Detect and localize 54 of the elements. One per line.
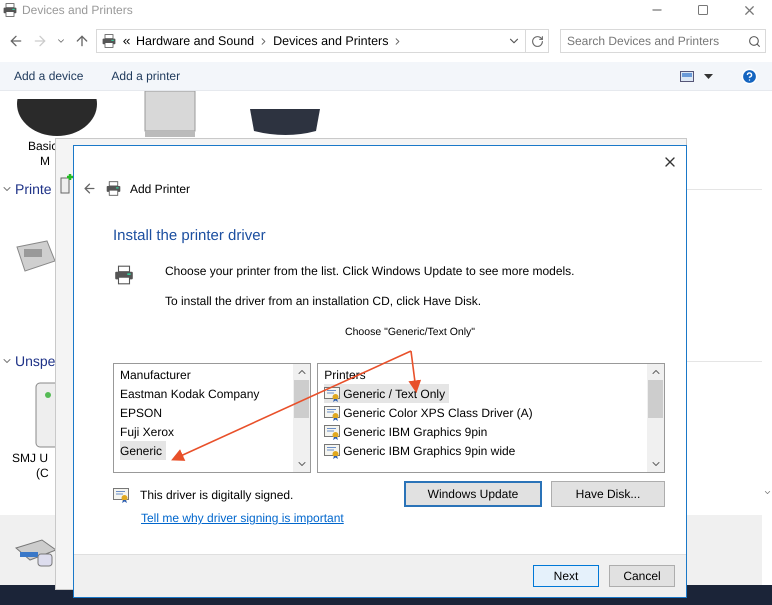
device-label: SMJ U — [12, 451, 48, 466]
list-item[interactable]: EPSON — [120, 403, 166, 422]
list-item[interactable]: Generic Color XPS Class Driver (A) — [324, 403, 537, 422]
dialog-heading: Install the printer driver — [113, 227, 267, 244]
annotation-text: Choose "Generic/Text Only" — [345, 326, 476, 338]
back-icon[interactable] — [8, 33, 24, 49]
command-link[interactable]: Add a printer — [111, 69, 180, 83]
dialog-button[interactable]: Have Disk... — [551, 481, 665, 507]
list-item[interactable]: Eastman Kodak Company — [120, 384, 264, 403]
add-printer-icon — [59, 173, 73, 195]
back-icon[interactable] — [82, 181, 97, 196]
list-item[interactable]: Generic / Text Only — [324, 384, 450, 403]
device-label: M — [40, 154, 50, 169]
view-icon[interactable] — [680, 70, 694, 82]
list-item[interactable]: Generic IBM Graphics 9pin — [324, 422, 492, 441]
search-box[interactable]: Search Devices and Printers — [560, 29, 766, 53]
dialog-title: Add Printer — [130, 182, 190, 196]
signature-text: This driver is digitally signed. — [140, 488, 294, 502]
breadcrumb[interactable]: Devices and Printers — [273, 34, 388, 48]
dropdown-icon[interactable] — [704, 74, 713, 78]
certificate-icon — [113, 487, 130, 503]
maximize-icon[interactable] — [697, 4, 709, 16]
up-icon[interactable] — [74, 33, 90, 49]
devices-icon — [101, 33, 117, 49]
command-link[interactable]: Add a device — [14, 69, 84, 83]
instruction-text: Choose your printer from the list. Click Windows Update to see more models. — [165, 264, 574, 279]
refresh-button[interactable] — [526, 29, 549, 53]
instruction-text: To install the driver from an installation CD, click Have Disk. — [165, 294, 482, 309]
printer-icon — [113, 264, 135, 286]
chevrons-icon — [121, 36, 132, 46]
footer-button[interactable]: Cancel — [609, 565, 675, 587]
footer-button[interactable]: Next — [533, 565, 599, 587]
certificate-icon — [324, 442, 342, 458]
list-header: Manufacturer — [120, 367, 191, 384]
breadcrumb[interactable]: Hardware and Sound — [136, 34, 254, 48]
help-link[interactable]: Tell me why driver signing is important — [141, 511, 344, 525]
dialog-button[interactable]: Windows Update — [404, 481, 542, 507]
printer-icon — [105, 180, 122, 197]
section-title[interactable]: Unspe — [15, 353, 56, 369]
help-icon[interactable] — [741, 68, 758, 84]
refresh-icon[interactable] — [530, 34, 544, 48]
certificate-icon — [324, 386, 342, 402]
certificate-icon — [324, 424, 342, 440]
list-item[interactable]: Generic — [120, 441, 166, 460]
list-item[interactable]: Fuji Xerox — [120, 422, 178, 441]
certificate-icon — [324, 404, 342, 420]
list-item[interactable]: Generic IBM Graphics 9pin wide — [324, 441, 520, 460]
window-title: Devices and Printers — [22, 3, 134, 17]
address-bar[interactable]: Hardware and Sound Devices and Printers — [96, 29, 526, 53]
device-label: (C — [36, 466, 49, 481]
scroll-down-icon[interactable] — [762, 488, 772, 497]
list-box[interactable]: Manufacturer Eastman Kodak Company EPSON Fuji Xerox Generic — [113, 363, 312, 473]
section-title[interactable]: Printe — [15, 181, 52, 197]
search-icon — [748, 34, 761, 48]
